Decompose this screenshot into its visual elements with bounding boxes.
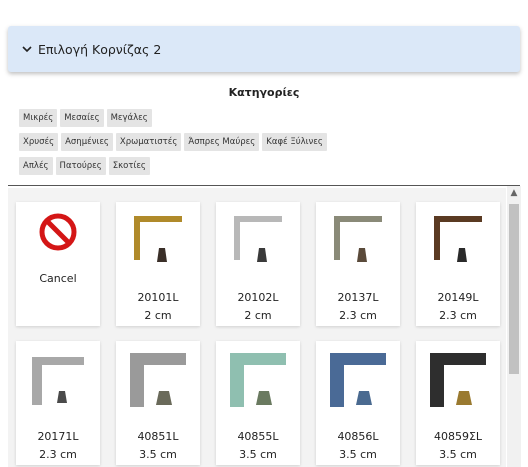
category-tag-simple[interactable]: Απλές bbox=[19, 157, 53, 175]
frame-section-sample bbox=[157, 248, 167, 262]
frame-thumbnail bbox=[134, 216, 182, 262]
no-entry-icon bbox=[39, 213, 77, 251]
category-tag-white-black[interactable]: Άσπρες Μαύρες bbox=[184, 133, 260, 151]
frame-section-sample bbox=[457, 248, 467, 262]
frame-section-sample bbox=[57, 391, 67, 403]
cancel-card[interactable]: Cancel bbox=[16, 202, 100, 326]
scrollbar-thumb[interactable] bbox=[509, 204, 519, 374]
section-divider bbox=[8, 185, 520, 186]
frame-thumbnail bbox=[334, 216, 382, 262]
category-tag-medium[interactable]: Μεσαίες bbox=[60, 109, 104, 127]
frame-section-sample bbox=[357, 248, 367, 262]
category-row-color: Χρυσές Ασημένιες Χρωματιστές Άσπρες Μαύρ… bbox=[19, 133, 330, 151]
frame-size: 3.5 cm bbox=[439, 448, 477, 461]
frame-card[interactable]: 40851L 3.5 cm bbox=[116, 341, 200, 465]
category-tag-gold[interactable]: Χρυσές bbox=[19, 133, 59, 151]
category-tag-colored[interactable]: Χρωματιστές bbox=[115, 133, 182, 151]
frame-size: 3.5 cm bbox=[339, 448, 377, 461]
scroll-up-arrow-icon[interactable]: ▲ bbox=[509, 188, 519, 198]
frame-profile-shape bbox=[334, 216, 382, 260]
frame-profile-shape bbox=[434, 216, 482, 260]
frame-size: 2 cm bbox=[244, 309, 272, 322]
frame-size: 3.5 cm bbox=[239, 448, 277, 461]
frame-card[interactable]: 20171L 2.3 cm bbox=[16, 341, 100, 465]
category-tag-small[interactable]: Μικρές bbox=[19, 109, 58, 127]
frame-size: 2.3 cm bbox=[439, 309, 477, 322]
frame-thumbnail bbox=[130, 353, 186, 407]
category-tag-large[interactable]: Μεγάλες bbox=[106, 109, 152, 127]
frame-profile-shape bbox=[234, 216, 282, 260]
accordion-title: Επιλογή Κορνίζας 2 bbox=[38, 41, 162, 57]
frame-thumbnail bbox=[234, 216, 282, 262]
frame-code: 40851L bbox=[137, 430, 179, 443]
cancel-label: Cancel bbox=[39, 272, 77, 285]
category-tag-paturas[interactable]: Πατούρες bbox=[55, 157, 106, 175]
frame-card[interactable]: 40856L 3.5 cm bbox=[316, 341, 400, 465]
frame-selection-accordion-header[interactable]: Επιλογή Κορνίζας 2 bbox=[8, 26, 520, 72]
frame-code: 20171L bbox=[37, 430, 79, 443]
frame-card[interactable]: 20149L 2.3 cm bbox=[416, 202, 500, 326]
frame-thumbnail bbox=[230, 353, 286, 407]
frame-card[interactable]: 40855L 3.5 cm bbox=[216, 341, 300, 465]
category-row-style: Απλές Πατούρες Σκοτίες bbox=[19, 157, 153, 175]
chevron-down-icon bbox=[22, 46, 32, 53]
category-row-size: Μικρές Μεσαίες Μεγάλες bbox=[19, 109, 155, 127]
frame-code: 40856L bbox=[337, 430, 379, 443]
frame-code: 40859ΣL bbox=[433, 430, 483, 443]
frame-profile-shape bbox=[134, 216, 182, 260]
frame-grid: Cancel 20101L 2 cm 20102L 2 cm 20137L 2.… bbox=[8, 188, 506, 467]
frame-size: 2.3 cm bbox=[339, 309, 377, 322]
frame-size: 3.5 cm bbox=[139, 448, 177, 461]
category-tag-brown-wood[interactable]: Καφέ Ξύλινες bbox=[262, 133, 327, 151]
frame-thumbnail bbox=[330, 353, 386, 407]
frame-section-sample bbox=[156, 391, 172, 405]
frame-code: 20102L bbox=[237, 291, 279, 304]
frame-card[interactable]: 20102L 2 cm bbox=[216, 202, 300, 326]
category-tag-silver[interactable]: Ασημένιες bbox=[61, 133, 113, 151]
frame-thumbnail bbox=[434, 216, 482, 262]
frame-thumbnail bbox=[430, 353, 486, 407]
categories-title: Κατηγορίες bbox=[228, 86, 300, 99]
frame-code: 20149L bbox=[437, 291, 479, 304]
frame-section-sample bbox=[456, 391, 472, 405]
frame-code: 40855L bbox=[237, 430, 279, 443]
frame-code: 20101L bbox=[137, 291, 179, 304]
frame-section-sample bbox=[257, 248, 267, 262]
frame-thumbnail bbox=[32, 357, 84, 405]
frame-card[interactable]: 40859ΣL 3.5 cm bbox=[416, 341, 500, 465]
frame-card[interactable]: 20137L 2.3 cm bbox=[316, 202, 400, 326]
frame-code: 20137L bbox=[337, 291, 379, 304]
category-tag-scotias[interactable]: Σκοτίες bbox=[108, 157, 150, 175]
frame-size: 2.3 cm bbox=[39, 448, 77, 461]
frame-card[interactable]: 20101L 2 cm bbox=[116, 202, 200, 326]
frame-section-sample bbox=[256, 391, 272, 405]
frame-section-sample bbox=[356, 391, 372, 405]
frame-size: 2 cm bbox=[144, 309, 172, 322]
